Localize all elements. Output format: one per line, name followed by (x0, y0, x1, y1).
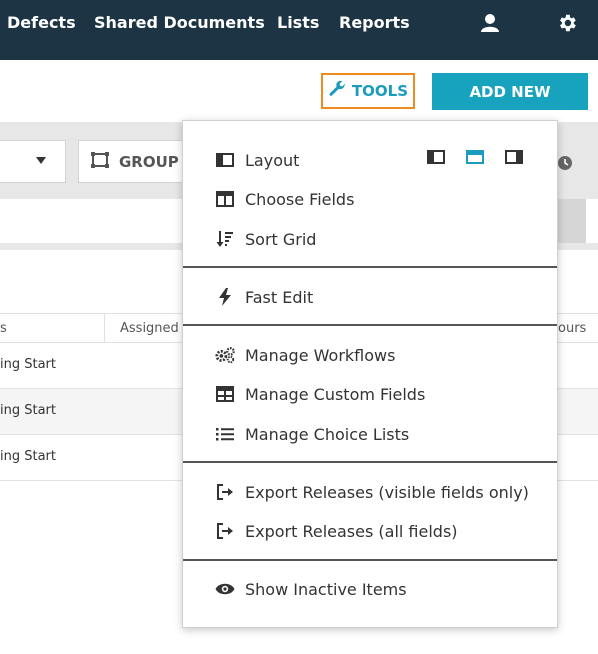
table-icon (215, 384, 235, 404)
layout-right-icon[interactable] (505, 149, 525, 165)
tools-button[interactable]: TOOLS (321, 73, 415, 109)
caret-down-icon (36, 157, 46, 164)
menu-item-choose-fields[interactable]: Choose Fields (215, 187, 354, 211)
user-icon[interactable] (479, 12, 501, 34)
eye-icon (215, 579, 235, 599)
menu-divider (183, 324, 557, 326)
fast-edit-label: Fast Edit (245, 287, 314, 307)
menu-divider (183, 559, 557, 561)
column-header-assigned[interactable]: Assigned (120, 321, 179, 336)
layout-label: Layout (245, 150, 300, 170)
columns-icon (215, 189, 235, 209)
cell-status: ing Start (0, 403, 56, 418)
search-button[interactable] (556, 199, 586, 243)
top-nav: Defects Shared Documents Lists Reports (0, 0, 598, 60)
group-button[interactable]: GROUP (78, 140, 188, 183)
tools-menu: Layout Choose Fields Sort Grid Fast Edit… (182, 120, 558, 628)
column-divider (104, 314, 105, 342)
menu-item-layout: Layout (215, 148, 299, 172)
layout-top-icon[interactable] (466, 149, 486, 165)
nav-item-reports[interactable]: Reports (339, 12, 410, 34)
choose-fields-label: Choose Fields (245, 189, 355, 209)
wrench-icon (328, 80, 346, 102)
list-icon (215, 424, 235, 444)
column-header-status[interactable]: s (0, 321, 7, 336)
export-all-label: Export Releases (all fields) (245, 521, 458, 541)
menu-divider (183, 266, 557, 268)
export-icon (215, 521, 235, 541)
menu-item-manage-workflows[interactable]: Manage Workflows (215, 343, 395, 367)
nav-item-lists[interactable]: Lists (277, 12, 319, 34)
nav-item-defects[interactable]: Defects (7, 12, 76, 34)
tools-label: TOOLS (351, 82, 409, 100)
sort-grid-label: Sort Grid (245, 229, 317, 249)
add-new-button[interactable]: ADD NEW (432, 73, 588, 110)
cell-status: ing Start (0, 449, 56, 464)
gears-icon (215, 345, 235, 365)
manage-custom-fields-label: Manage Custom Fields (245, 384, 426, 404)
layout-left-icon[interactable] (427, 149, 447, 165)
nav-item-shared-documents[interactable]: Shared Documents (94, 12, 265, 34)
cell-status: ing Start (0, 357, 56, 372)
show-inactive-label: Show Inactive Items (245, 579, 407, 599)
menu-item-export-visible[interactable]: Export Releases (visible fields only) (215, 480, 529, 504)
sort-icon (215, 229, 235, 249)
menu-item-fast-edit[interactable]: Fast Edit (215, 285, 313, 309)
menu-divider (183, 461, 557, 463)
menu-item-manage-custom-fields[interactable]: Manage Custom Fields (215, 382, 425, 406)
column-header-hours[interactable]: ours (558, 321, 586, 336)
manage-choice-lists-label: Manage Choice Lists (245, 424, 410, 444)
layout-icon (215, 150, 235, 170)
manage-workflows-label: Manage Workflows (245, 345, 396, 365)
clock-icon[interactable] (557, 155, 573, 171)
menu-item-export-all[interactable]: Export Releases (all fields) (215, 519, 458, 543)
export-icon (215, 482, 235, 502)
group-label: GROUP (119, 152, 179, 171)
group-icon (91, 151, 109, 172)
gear-icon[interactable] (556, 12, 578, 34)
menu-item-manage-choice-lists[interactable]: Manage Choice Lists (215, 422, 409, 446)
menu-item-show-inactive[interactable]: Show Inactive Items (215, 577, 407, 601)
export-visible-label: Export Releases (visible fields only) (245, 482, 529, 502)
lightning-icon (215, 287, 235, 307)
menu-item-sort-grid[interactable]: Sort Grid (215, 227, 316, 251)
view-select[interactable] (0, 140, 66, 183)
